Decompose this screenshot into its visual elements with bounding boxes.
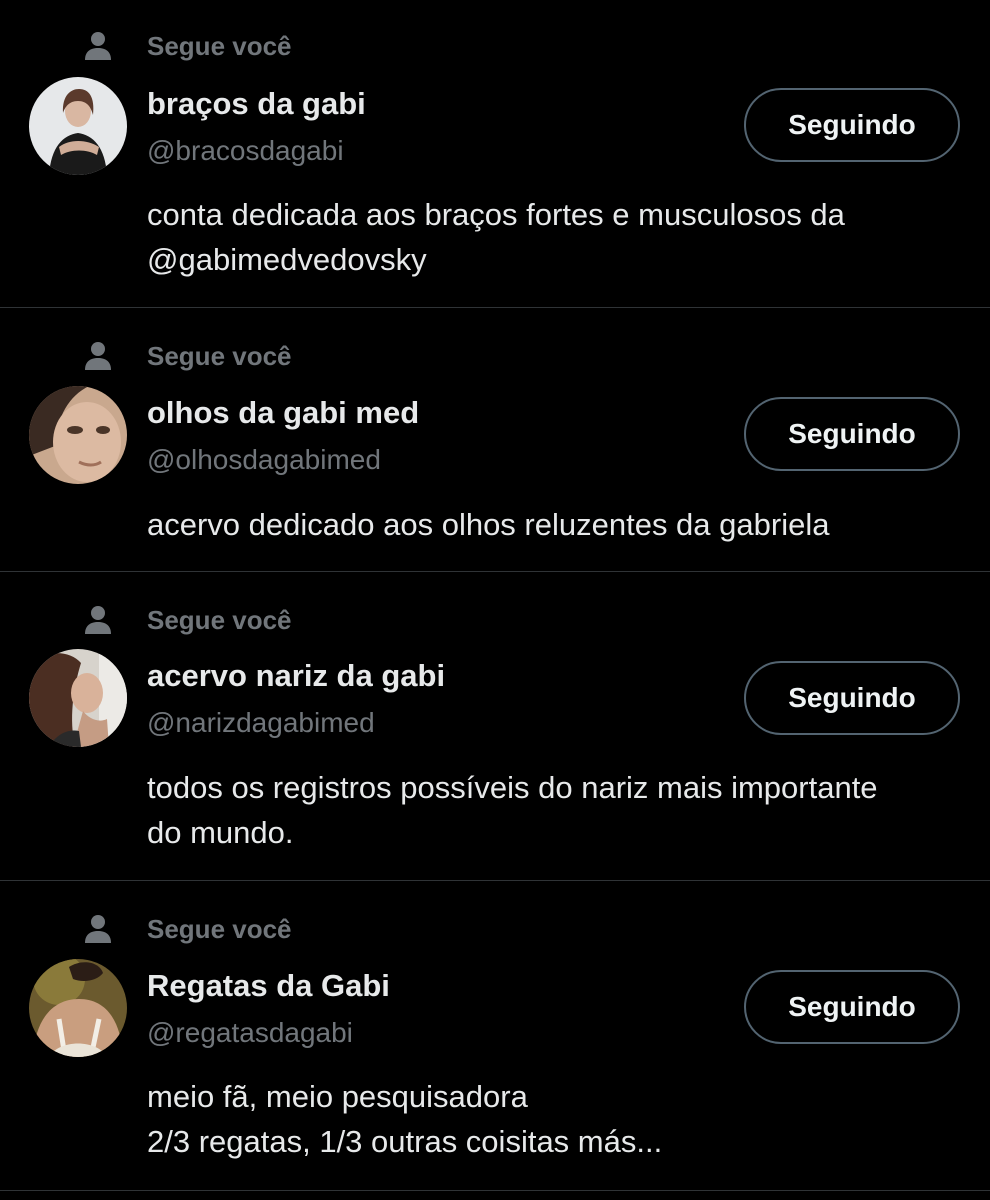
bio: acervo dedicado aos olhos reluzentes da …: [147, 502, 977, 547]
bio: meio fã, meio pesquisadora 2/3 regatas, …: [147, 1074, 977, 1164]
following-button[interactable]: Seguindo: [744, 88, 960, 162]
bio-mention[interactable]: @gabimedvedovsky: [147, 237, 977, 282]
person-icon: [85, 606, 111, 634]
user-handle[interactable]: @bracosdagabi: [147, 134, 344, 168]
bio-line: 2/3 regatas, 1/3 outras coisitas más...: [147, 1124, 663, 1159]
bio-line: do mundo.: [147, 815, 294, 850]
bio-line: conta dedicada aos braços fortes e muscu…: [147, 197, 845, 232]
bio: conta dedicada aos braços fortes e muscu…: [147, 192, 977, 282]
avatar[interactable]: [29, 386, 127, 484]
account-row[interactable]: Segue você Regatas da Gabi @regatasdagab…: [0, 881, 990, 1191]
person-icon: [85, 32, 111, 60]
user-handle[interactable]: @olhosdagabimed: [147, 443, 381, 477]
avatar[interactable]: [29, 959, 127, 1057]
bio-line: acervo dedicado aos olhos reluzentes da …: [147, 507, 830, 542]
follows-you-label: Segue você: [147, 341, 292, 371]
display-name[interactable]: acervo nariz da gabi: [147, 657, 445, 695]
bio: todos os registros possíveis do nariz ma…: [147, 765, 977, 855]
following-button[interactable]: Seguindo: [744, 970, 960, 1044]
following-button[interactable]: Seguindo: [744, 661, 960, 735]
account-row[interactable]: Segue você braços da gabi @bracosdagabi …: [0, 0, 990, 308]
follows-you-label: Segue você: [147, 605, 292, 635]
account-row[interactable]: Segue você olhos da gabi med @olhosdagab…: [0, 308, 990, 572]
user-handle[interactable]: @narizdagabimed: [147, 706, 375, 740]
account-row[interactable]: Segue você acervo nariz da gabi @narizda…: [0, 572, 990, 881]
following-button[interactable]: Seguindo: [744, 397, 960, 471]
display-name[interactable]: braços da gabi: [147, 85, 366, 123]
person-icon: [85, 342, 111, 370]
bio-line: todos os registros possíveis do nariz ma…: [147, 770, 878, 805]
display-name[interactable]: olhos da gabi med: [147, 394, 419, 432]
follower-list: Segue você braços da gabi @bracosdagabi …: [0, 0, 990, 1191]
user-handle[interactable]: @regatasdagabi: [147, 1016, 353, 1050]
person-icon: [85, 915, 111, 943]
follows-you-label: Segue você: [147, 31, 292, 61]
follows-you-label: Segue você: [147, 914, 292, 944]
avatar[interactable]: [29, 77, 127, 175]
display-name[interactable]: Regatas da Gabi: [147, 967, 390, 1005]
bio-line: meio fã, meio pesquisadora: [147, 1079, 528, 1114]
avatar[interactable]: [29, 649, 127, 747]
